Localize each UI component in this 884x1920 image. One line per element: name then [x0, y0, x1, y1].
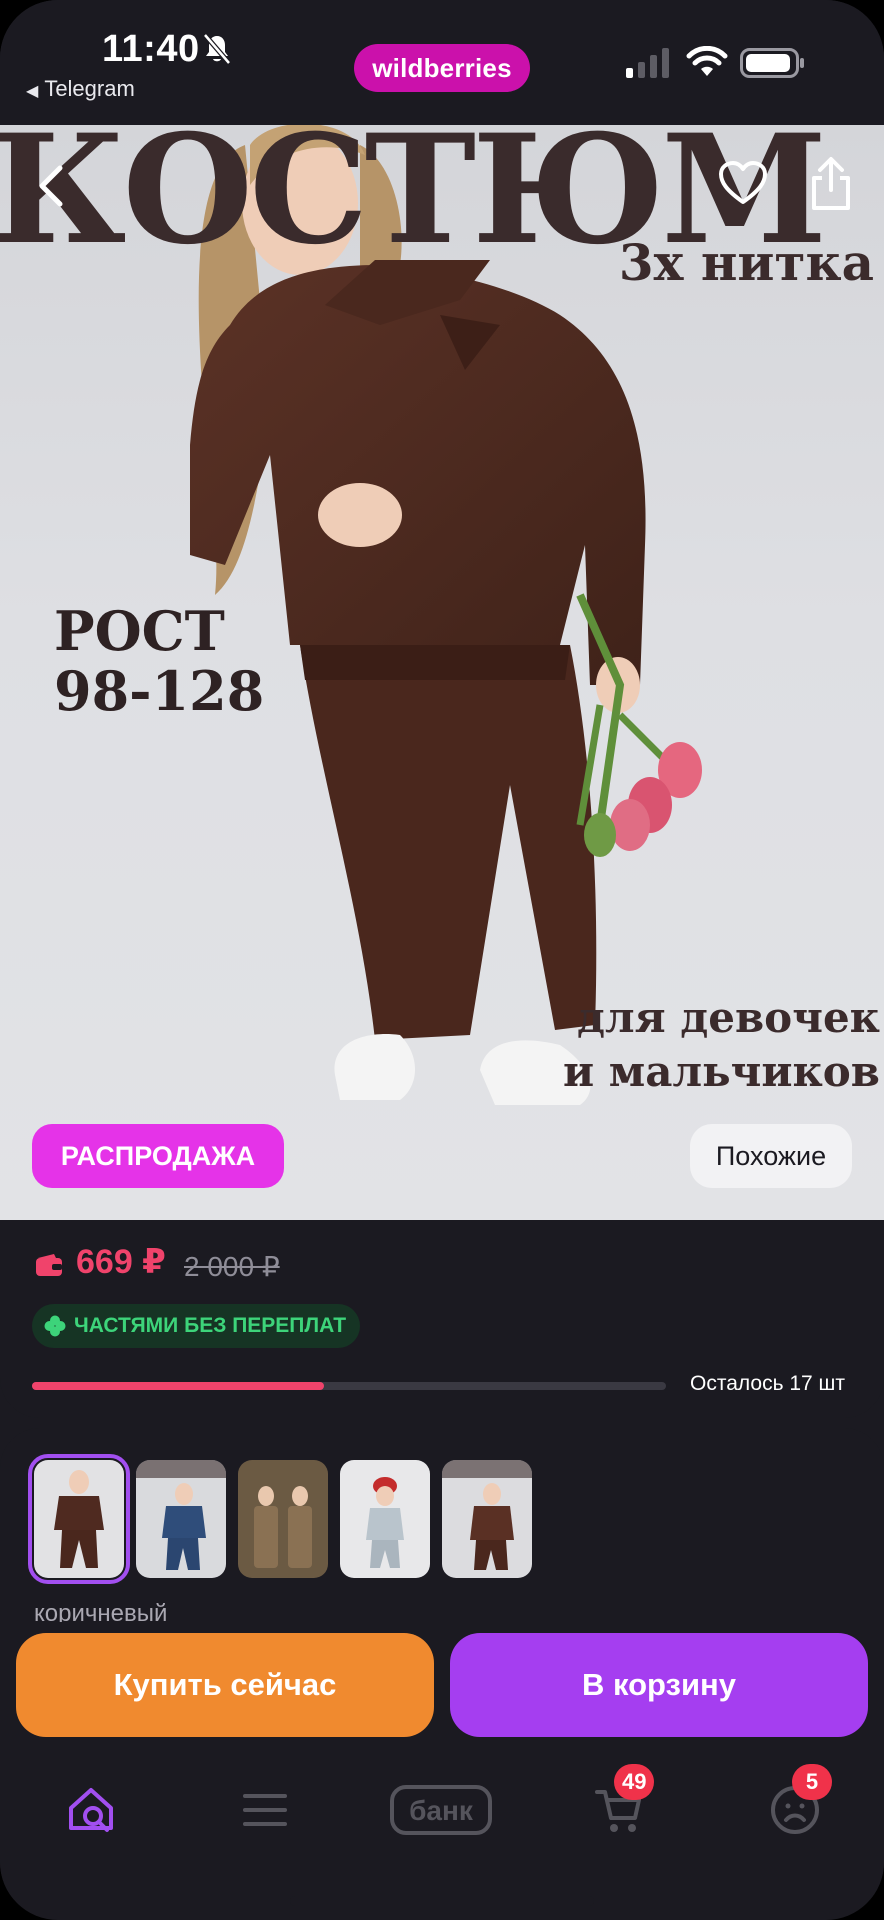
hero-audience-line2: и мальчиков: [562, 1047, 880, 1096]
variant-thumbnail[interactable]: [28, 1454, 130, 1584]
hero-audience-line1: для девочек: [577, 993, 880, 1042]
share-icon[interactable]: [808, 156, 854, 212]
home-indicator: [290, 1896, 594, 1906]
clover-icon: [44, 1315, 66, 1337]
bank-icon: банк: [390, 1785, 492, 1835]
bell-muted-icon: [203, 33, 231, 65]
variant-thumbnail-image: [136, 1460, 226, 1578]
variant-thumbnail-image: [238, 1460, 328, 1578]
selected-color-label: коричневый: [34, 1600, 168, 1622]
hero-subtitle: 3х нитка: [618, 233, 874, 292]
sale-badge[interactable]: РАСПРОДАЖА: [32, 1124, 284, 1188]
price-card: 669 ₽ 2 000 ₽ ЧАСТЯМИ БЕЗ ПЕРЕПЛАТ Остал…: [0, 1220, 884, 1418]
variant-thumbnail[interactable]: [238, 1460, 328, 1578]
variant-thumbnail[interactable]: [340, 1460, 430, 1578]
tab-profile[interactable]: 5: [760, 1764, 832, 1842]
stock-progress-bar: [32, 1382, 666, 1390]
cellular-signal-icon: [626, 48, 669, 78]
home-search-icon: [69, 1788, 113, 1832]
wallet-icon: [36, 1254, 62, 1276]
bottom-tab-bar: банк 49 5: [0, 1748, 884, 1898]
status-time: 11:40: [102, 28, 200, 70]
installment-label: ЧАСТЯМИ БЕЗ ПЕРЕПЛАТ: [74, 1314, 347, 1337]
phone-screen: 11:40 ◀ Telegram wildberries КОСТЮМ 3х н…: [0, 0, 884, 1920]
notifications-count-badge: 5: [792, 1764, 832, 1800]
product-image-gallery[interactable]: КОСТЮМ 3х нитка РОСТ 98-128 для девочек …: [0, 125, 884, 1220]
cart-count-badge: 49: [614, 1764, 655, 1800]
wifi-icon: [686, 46, 728, 76]
back-to-telegram-link[interactable]: ◀ Telegram: [26, 76, 135, 102]
variant-thumbnail-image: [340, 1460, 430, 1578]
installment-badge[interactable]: ЧАСТЯМИ БЕЗ ПЕРЕПЛАТ: [32, 1304, 361, 1348]
current-price: 669 ₽: [76, 1243, 166, 1281]
tab-home[interactable]: [56, 1778, 126, 1842]
stock-remaining: Осталось 17 шт: [690, 1372, 845, 1395]
battery-icon: [740, 48, 804, 78]
menu-icon: [243, 1794, 287, 1826]
back-chevron-icon[interactable]: [30, 160, 74, 212]
back-triangle-icon: ◀: [26, 83, 39, 100]
tab-catalog[interactable]: [230, 1778, 300, 1842]
brand-logo: wildberries: [354, 44, 530, 92]
old-price: 2 000 ₽: [184, 1251, 280, 1282]
bank-label: банк: [409, 1795, 474, 1826]
similar-products-button[interactable]: Похожие: [690, 1124, 852, 1188]
variant-thumbnail-image: [442, 1460, 532, 1578]
tab-bank[interactable]: банк: [386, 1778, 496, 1842]
variant-thumbnail[interactable]: [442, 1460, 532, 1578]
back-app-label: Telegram: [44, 76, 135, 101]
buy-now-button[interactable]: Купить сейчас: [16, 1633, 434, 1737]
hero-height-value: 98-128: [54, 659, 265, 723]
hero-height-range: РОСТ 98-128: [54, 601, 264, 721]
variant-thumbnail-image: [34, 1460, 124, 1578]
tab-cart[interactable]: 49: [584, 1764, 655, 1842]
status-bar: 11:40 ◀ Telegram wildberries: [0, 0, 884, 125]
variant-thumbnail[interactable]: [136, 1460, 226, 1578]
add-to-cart-button[interactable]: В корзину: [450, 1633, 868, 1737]
stock-progress-fill: [32, 1382, 324, 1390]
favorite-heart-icon[interactable]: [718, 160, 768, 206]
hero-height-label: РОСТ: [54, 599, 225, 663]
hero-audience: для девочек и мальчиков: [563, 991, 880, 1099]
